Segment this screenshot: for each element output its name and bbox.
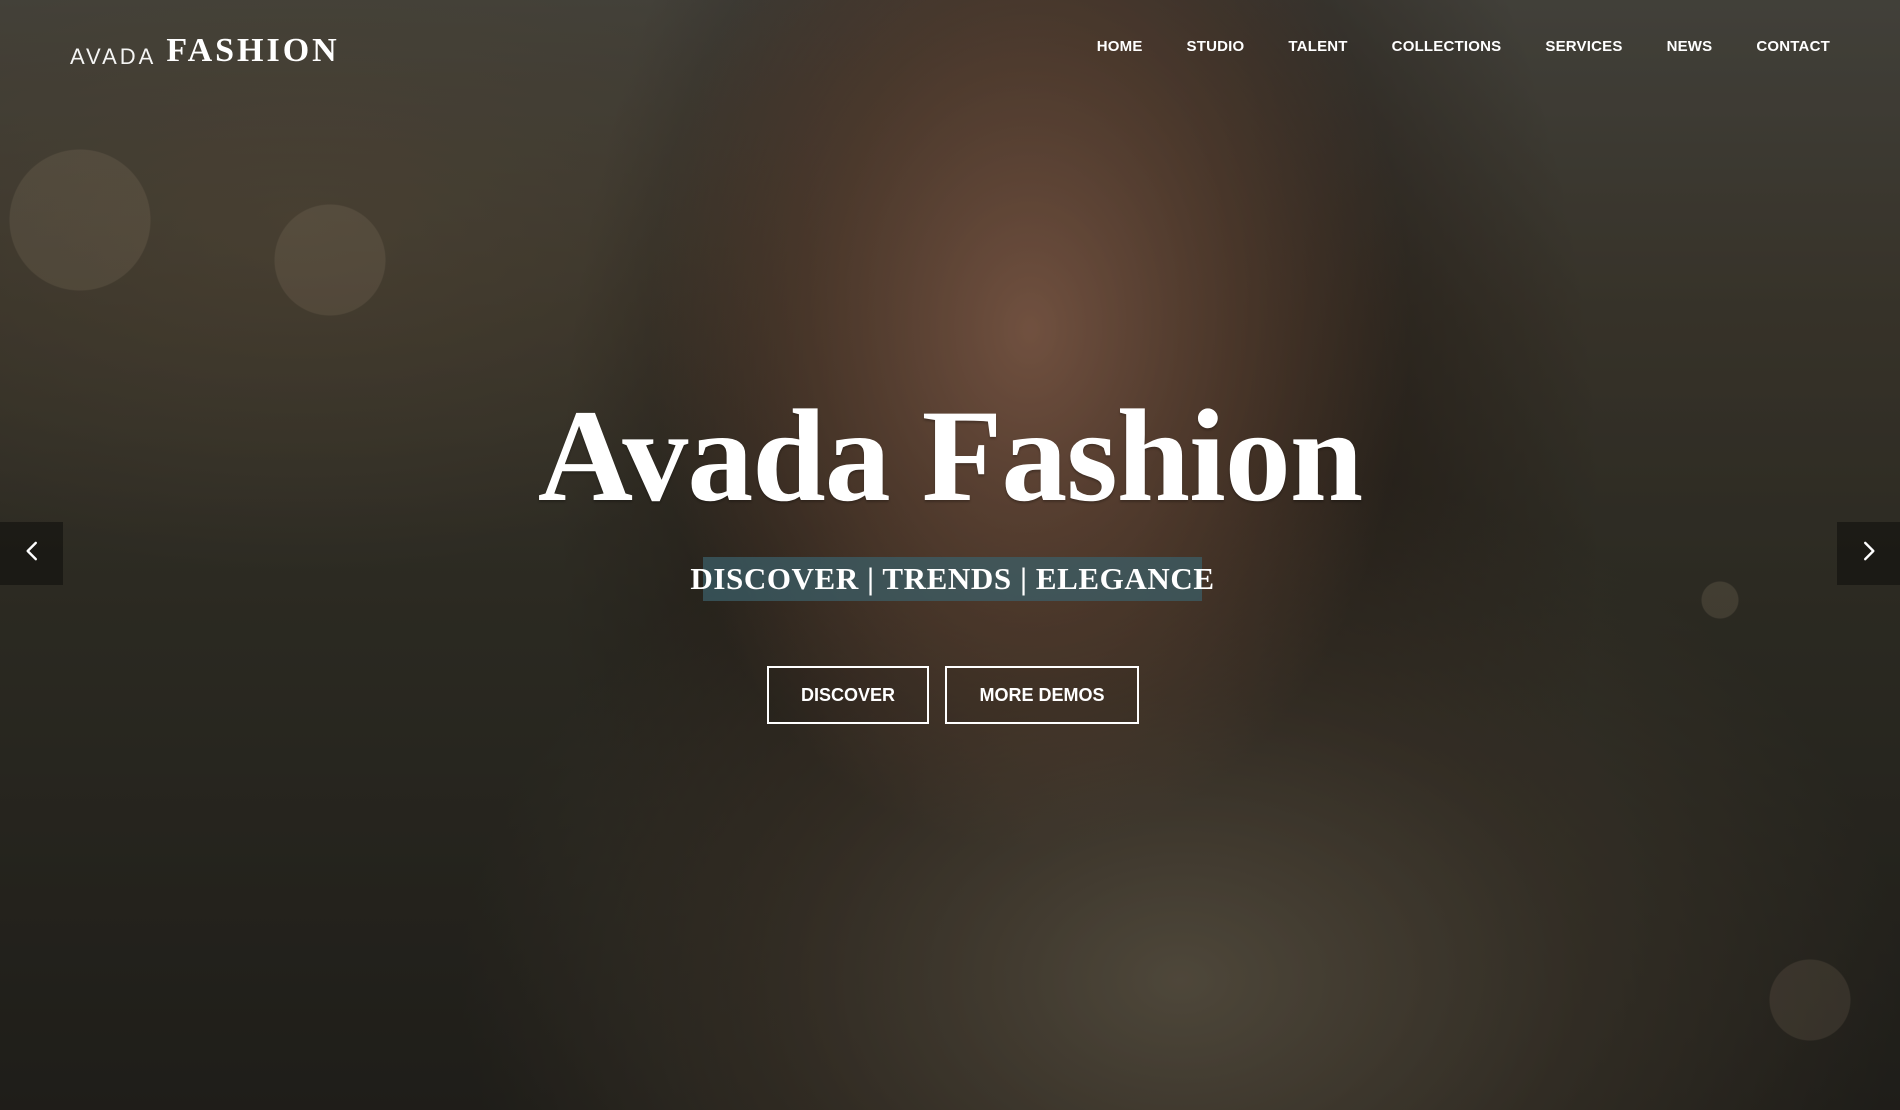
hero-title: Avada Fashion bbox=[537, 382, 1363, 529]
more-demos-button[interactable]: MORE DEMOS bbox=[945, 666, 1139, 724]
hero-content: Avada Fashion DISCOVER | TRENDS | ELEGAN… bbox=[0, 0, 1900, 1110]
hero-tagline: DISCOVER | TRENDS | ELEGANCE bbox=[690, 557, 1214, 601]
discover-button[interactable]: DISCOVER bbox=[767, 666, 929, 724]
